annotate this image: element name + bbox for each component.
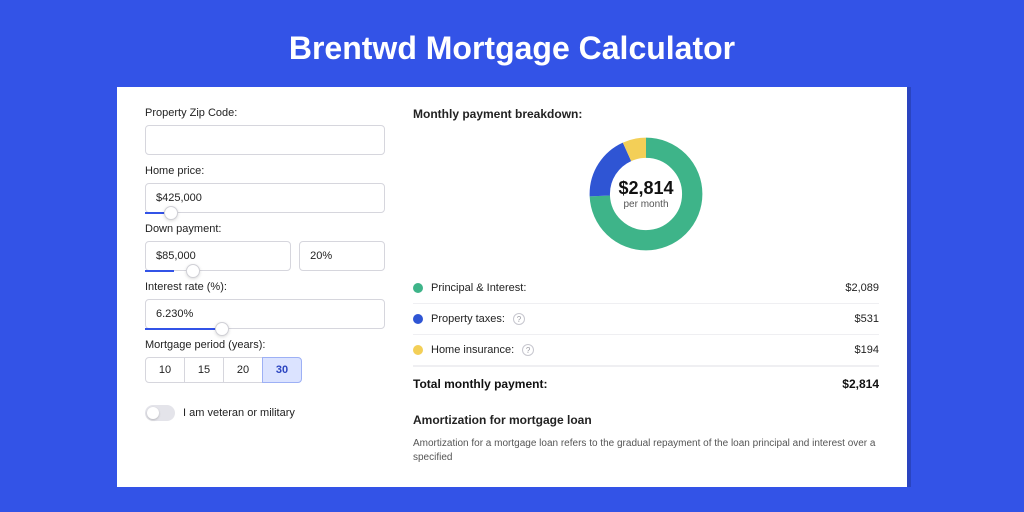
- period-segmented: 10 15 20 30: [145, 357, 385, 383]
- dot-icon: [413, 283, 423, 293]
- page-title: Brentwd Mortgage Calculator: [0, 0, 1024, 87]
- veteran-toggle[interactable]: [145, 405, 175, 421]
- home-price-input[interactable]: [145, 183, 385, 213]
- donut-sub: per month: [623, 199, 668, 210]
- breakdown-title: Monthly payment breakdown:: [413, 107, 879, 121]
- total-label: Total monthly payment:: [413, 377, 547, 391]
- interest-slider[interactable]: [215, 322, 229, 336]
- home-price-label: Home price:: [145, 165, 385, 177]
- period-label: Mortgage period (years):: [145, 339, 385, 351]
- breakdown-panel: Monthly payment breakdown: $2,814 per mo…: [413, 107, 879, 467]
- legend-value: $531: [855, 313, 879, 325]
- down-payment-label: Down payment:: [145, 223, 385, 235]
- donut-amount: $2,814: [618, 178, 673, 199]
- down-payment-input[interactable]: [145, 241, 291, 271]
- legend-label: Home insurance:: [431, 344, 514, 356]
- total-value: $2,814: [842, 377, 879, 391]
- period-option-10[interactable]: 10: [145, 357, 185, 383]
- legend-row-taxes: Property taxes: ? $531: [413, 304, 879, 335]
- dot-icon: [413, 314, 423, 324]
- calculator-card: Property Zip Code: Home price: Down paym…: [117, 87, 907, 487]
- period-option-15[interactable]: 15: [184, 357, 224, 383]
- dot-icon: [413, 345, 423, 355]
- down-payment-slider[interactable]: [186, 264, 200, 278]
- legend-row-principal: Principal & Interest: $2,089: [413, 273, 879, 304]
- legend-label: Principal & Interest:: [431, 282, 526, 294]
- legend-label: Property taxes:: [431, 313, 505, 325]
- interest-label: Interest rate (%):: [145, 281, 385, 293]
- form-panel: Property Zip Code: Home price: Down paym…: [145, 107, 385, 467]
- home-price-slider[interactable]: [164, 206, 178, 220]
- veteran-label: I am veteran or military: [183, 407, 295, 419]
- total-row: Total monthly payment: $2,814: [413, 366, 879, 405]
- info-icon[interactable]: ?: [522, 344, 534, 356]
- period-option-20[interactable]: 20: [223, 357, 263, 383]
- legend-row-insurance: Home insurance: ? $194: [413, 335, 879, 366]
- amortization-text: Amortization for a mortgage loan refers …: [413, 437, 879, 465]
- period-option-30[interactable]: 30: [262, 357, 302, 383]
- zip-label: Property Zip Code:: [145, 107, 385, 119]
- amortization-title: Amortization for mortgage loan: [413, 413, 879, 427]
- legend-value: $194: [855, 344, 879, 356]
- legend-value: $2,089: [845, 282, 879, 294]
- breakdown-donut-chart: $2,814 per month: [585, 133, 707, 255]
- zip-input[interactable]: [145, 125, 385, 155]
- info-icon[interactable]: ?: [513, 313, 525, 325]
- interest-input[interactable]: [145, 299, 385, 329]
- down-payment-pct-input[interactable]: [299, 241, 385, 271]
